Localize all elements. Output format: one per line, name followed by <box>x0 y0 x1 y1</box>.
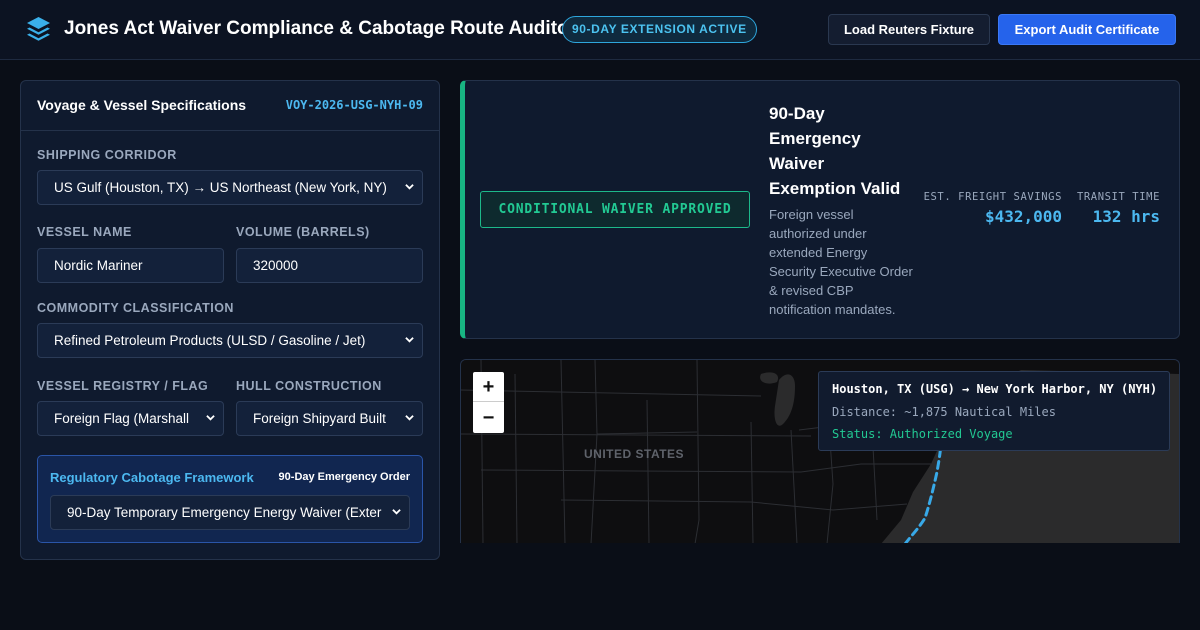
hull-label: HULL CONSTRUCTION <box>236 379 382 393</box>
transit-value: 132 hrs <box>1092 207 1160 226</box>
app-header: Jones Act Waiver Compliance & Cabotage R… <box>0 0 1200 60</box>
volume-input[interactable]: 320000 <box>236 248 423 283</box>
registry-select[interactable]: Foreign Flag (Marshall <box>37 401 224 436</box>
layers-icon <box>27 17 50 41</box>
app-title: Jones Act Waiver Compliance & Cabotage R… <box>64 18 577 39</box>
framework-value: 90-Day Temporary Emergency Energy Waiver… <box>67 505 382 520</box>
regulatory-framework-box: Regulatory Cabotage Framework 90-Day Eme… <box>37 455 423 543</box>
extension-status-badge: 90-DAY EXTENSION ACTIVE <box>562 16 757 43</box>
hull-select[interactable]: Foreign Shipyard Built <box>236 401 423 436</box>
country-label: UNITED STATES <box>584 447 685 461</box>
vessel-name-value: Nordic Mariner <box>54 258 143 273</box>
chevron-down-icon <box>392 509 401 515</box>
volume-label: VOLUME (BARRELS) <box>236 225 370 239</box>
corridor-label: SHIPPING CORRIDOR <box>37 148 177 162</box>
vessel-name-label: VESSEL NAME <box>37 225 132 239</box>
chevron-down-icon <box>405 184 414 190</box>
corridor-value: US Gulf (Houston, TX) → US Northeast (Ne… <box>54 180 387 195</box>
chevron-down-icon <box>405 337 414 343</box>
panel-header: Voyage & Vessel Specifications VOY-2026-… <box>21 81 439 131</box>
commodity-value: Refined Petroleum Products (ULSD / Gasol… <box>54 333 366 348</box>
framework-tag: 90-Day Emergency Order <box>278 471 410 483</box>
waiver-approved-badge: CONDITIONAL WAIVER APPROVED <box>480 191 750 228</box>
waiver-title: 90-Day Emergency Waiver Exemption Valid <box>769 104 901 198</box>
vessel-name-input[interactable]: Nordic Mariner <box>37 248 224 283</box>
load-fixture-button[interactable]: Load Reuters Fixture <box>828 14 990 45</box>
voyage-specifications-panel: Voyage & Vessel Specifications VOY-2026-… <box>20 80 440 560</box>
popup-distance: Distance: ~1,875 Nautical Miles <box>832 405 1056 419</box>
panel-title: Voyage & Vessel Specifications <box>37 97 247 113</box>
zoom-out-button[interactable]: − <box>473 403 504 433</box>
chevron-down-icon <box>206 415 215 421</box>
commodity-label: COMMODITY CLASSIFICATION <box>37 301 234 315</box>
zoom-in-button[interactable]: + <box>473 372 504 402</box>
voyage-id: VOY-2026-USG-NYH-09 <box>285 98 423 112</box>
registry-value: Foreign Flag (Marshall <box>54 411 190 426</box>
savings-label: EST. FREIGHT SAVINGS <box>923 191 1062 203</box>
savings-value: $432,000 <box>984 207 1062 226</box>
popup-route: Houston, TX (USG) → New York Harbor, NY … <box>832 382 1158 396</box>
route-map[interactable]: UNITED STATES + − Houston, TX (USG) → Ne… <box>460 359 1180 543</box>
route-popup: Houston, TX (USG) → New York Harbor, NY … <box>818 371 1170 451</box>
popup-status: Status: Authorized Voyage <box>832 427 1013 441</box>
volume-value: 320000 <box>253 258 299 273</box>
waiver-status-card: CONDITIONAL WAIVER APPROVED 90-Day Emerg… <box>460 80 1180 339</box>
commodity-select[interactable]: Refined Petroleum Products (ULSD / Gasol… <box>37 323 423 358</box>
hull-value: Foreign Shipyard Built <box>253 411 386 426</box>
registry-label: VESSEL REGISTRY / FLAG <box>37 379 209 393</box>
transit-label: TRANSIT TIME <box>1076 191 1160 203</box>
waiver-description: Foreign vessel authorized under extended… <box>769 207 913 317</box>
zoom-control: + − <box>473 372 504 433</box>
chevron-down-icon <box>405 415 414 421</box>
export-certificate-button[interactable]: Export Audit Certificate <box>998 14 1176 45</box>
framework-title: Regulatory Cabotage Framework <box>50 470 254 485</box>
corridor-select[interactable]: US Gulf (Houston, TX) → US Northeast (Ne… <box>37 170 423 205</box>
framework-select[interactable]: 90-Day Temporary Emergency Energy Waiver… <box>50 495 410 530</box>
